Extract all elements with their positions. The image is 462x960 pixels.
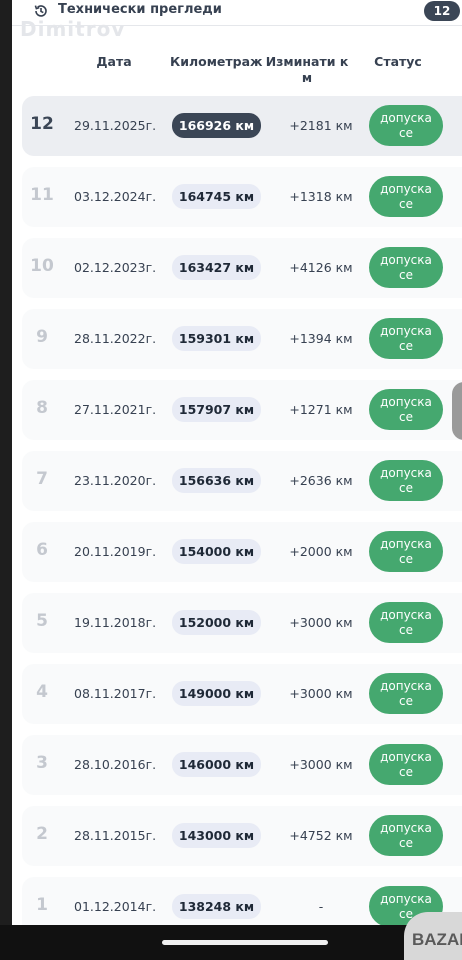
logo-text: BAZAR	[412, 930, 462, 949]
mileage-change: +3000 км	[289, 615, 353, 630]
mileage-pill: 138248 км	[172, 894, 261, 919]
scrollbar-thumb[interactable]	[452, 382, 462, 440]
column-header-date: Дата	[96, 54, 132, 69]
row-number: 8	[36, 398, 48, 418]
status-badge[interactable]: допуска се	[369, 318, 443, 359]
table-row[interactable]: 4 08.11.2017г. 149000 км +3000 км допуска се	[22, 664, 462, 724]
mileage-pill: 163427 км	[172, 255, 261, 280]
inspection-date: 28.11.2015г.	[74, 828, 157, 843]
mileage-pill: 152000 км	[172, 610, 261, 635]
row-number: 2	[36, 824, 48, 844]
mileage-change: +3000 км	[289, 686, 353, 701]
mileage-pill: 149000 км	[172, 681, 261, 706]
status-badge[interactable]: допуска се	[369, 602, 443, 643]
mileage-pill: 159301 км	[172, 326, 261, 351]
mileage-pill: 166926 км	[172, 113, 261, 138]
count-badge: 12	[424, 1, 460, 21]
mileage-change: +1394 км	[289, 331, 353, 346]
history-icon	[34, 5, 47, 17]
mileage-change: +4752 км	[289, 828, 353, 843]
mileage-change: -	[318, 899, 324, 914]
table-row[interactable]: 3 28.10.2016г. 146000 км +3000 км допуска се	[22, 735, 462, 795]
page-title: Технически прегледи	[58, 2, 222, 17]
status-badge[interactable]: допуска се	[369, 815, 443, 856]
mileage-change: +4126 км	[289, 260, 353, 275]
row-number: 12	[30, 114, 54, 134]
inspection-date: 27.11.2021г.	[74, 402, 157, 417]
inspection-date: 19.11.2018г.	[74, 615, 157, 630]
table-row[interactable]: 1 01.12.2014г. 138248 км - допуска се	[22, 877, 462, 925]
row-number: 10	[30, 256, 54, 276]
inspection-date: 02.12.2023г.	[74, 260, 157, 275]
table-row[interactable]: 8 27.11.2021г. 157907 км +1271 км допуска се	[22, 380, 462, 440]
divider	[12, 25, 462, 26]
inspection-date: 08.11.2017г.	[74, 686, 157, 701]
mileage-change: +2636 км	[289, 473, 353, 488]
table-row[interactable]: 12 29.11.2025г. 166926 км +2181 км допуска с…	[22, 96, 462, 156]
table-row[interactable]: 7 23.11.2020г. 156636 км +2636 км допуска се	[22, 451, 462, 511]
mileage-change: +3000 км	[289, 757, 353, 772]
column-header-status: Статус	[374, 54, 422, 69]
row-number: 5	[36, 611, 48, 631]
mileage-change: +2000 км	[289, 544, 353, 559]
home-indicator[interactable]	[162, 940, 328, 945]
inspection-date: 01.12.2014г.	[74, 899, 157, 914]
inspection-date: 20.11.2019г.	[74, 544, 157, 559]
status-badge[interactable]: допуска се	[369, 176, 443, 217]
mileage-pill: 156636 км	[172, 468, 261, 493]
mileage-pill: 154000 км	[172, 539, 261, 564]
table-row[interactable]: 6 20.11.2019г. 154000 км +2000 км допуска се	[22, 522, 462, 582]
row-number: 6	[36, 540, 48, 560]
mileage-change: +2181 км	[289, 118, 353, 133]
inspection-date: 29.11.2025г.	[74, 118, 157, 133]
inspection-date: 28.10.2016г.	[74, 757, 157, 772]
row-number: 7	[36, 469, 48, 489]
status-badge[interactable]: допуска се	[369, 531, 443, 572]
mileage-change: +1271 км	[289, 402, 353, 417]
status-badge[interactable]: допуска се	[369, 389, 443, 430]
status-badge[interactable]: допуска се	[369, 247, 443, 288]
table-row[interactable]: 9 28.11.2022г. 159301 км +1394 км допуска се	[22, 309, 462, 369]
table-row[interactable]: 2 28.11.2015г. 143000 км +4752 км допуска се	[22, 806, 462, 866]
system-navigation-bar	[0, 925, 462, 960]
status-badge[interactable]: допуска се	[369, 673, 443, 714]
row-number: 3	[36, 753, 48, 773]
inspection-date: 28.11.2022г.	[74, 331, 157, 346]
row-number: 9	[36, 327, 48, 347]
mileage-pill: 164745 км	[172, 184, 261, 209]
table-row[interactable]: 11 03.12.2024г. 164745 км +1318 км допуска с…	[22, 167, 462, 227]
status-badge[interactable]: допуска се	[369, 460, 443, 501]
row-number: 1	[36, 895, 48, 915]
mileage-pill: 146000 км	[172, 752, 261, 777]
table-row[interactable]: 5 19.11.2018г. 152000 км +3000 км допуска се	[22, 593, 462, 653]
table-row[interactable]: 10 02.12.2023г. 163427 км +4126 км допуска с…	[22, 238, 462, 298]
inspection-date: 03.12.2024г.	[74, 189, 157, 204]
mileage-change: +1318 км	[289, 189, 353, 204]
mileage-pill: 157907 км	[172, 397, 261, 422]
inspection-date: 23.11.2020г.	[74, 473, 157, 488]
mileage-pill: 143000 км	[172, 823, 261, 848]
inspections-panel: Dimitrov Технически прегледи 12 Дата Кил…	[12, 0, 462, 925]
bazar-logo: BAZAR	[404, 912, 462, 960]
panel-header: Технически прегледи 12	[12, 0, 462, 26]
status-badge[interactable]: допуска се	[369, 105, 443, 146]
row-number: 4	[36, 682, 48, 702]
column-header-mileage: Километраж	[170, 54, 263, 69]
status-badge[interactable]: допуска се	[369, 744, 443, 785]
row-number: 11	[30, 185, 54, 205]
column-header-change: Изминати к м	[265, 54, 349, 85]
